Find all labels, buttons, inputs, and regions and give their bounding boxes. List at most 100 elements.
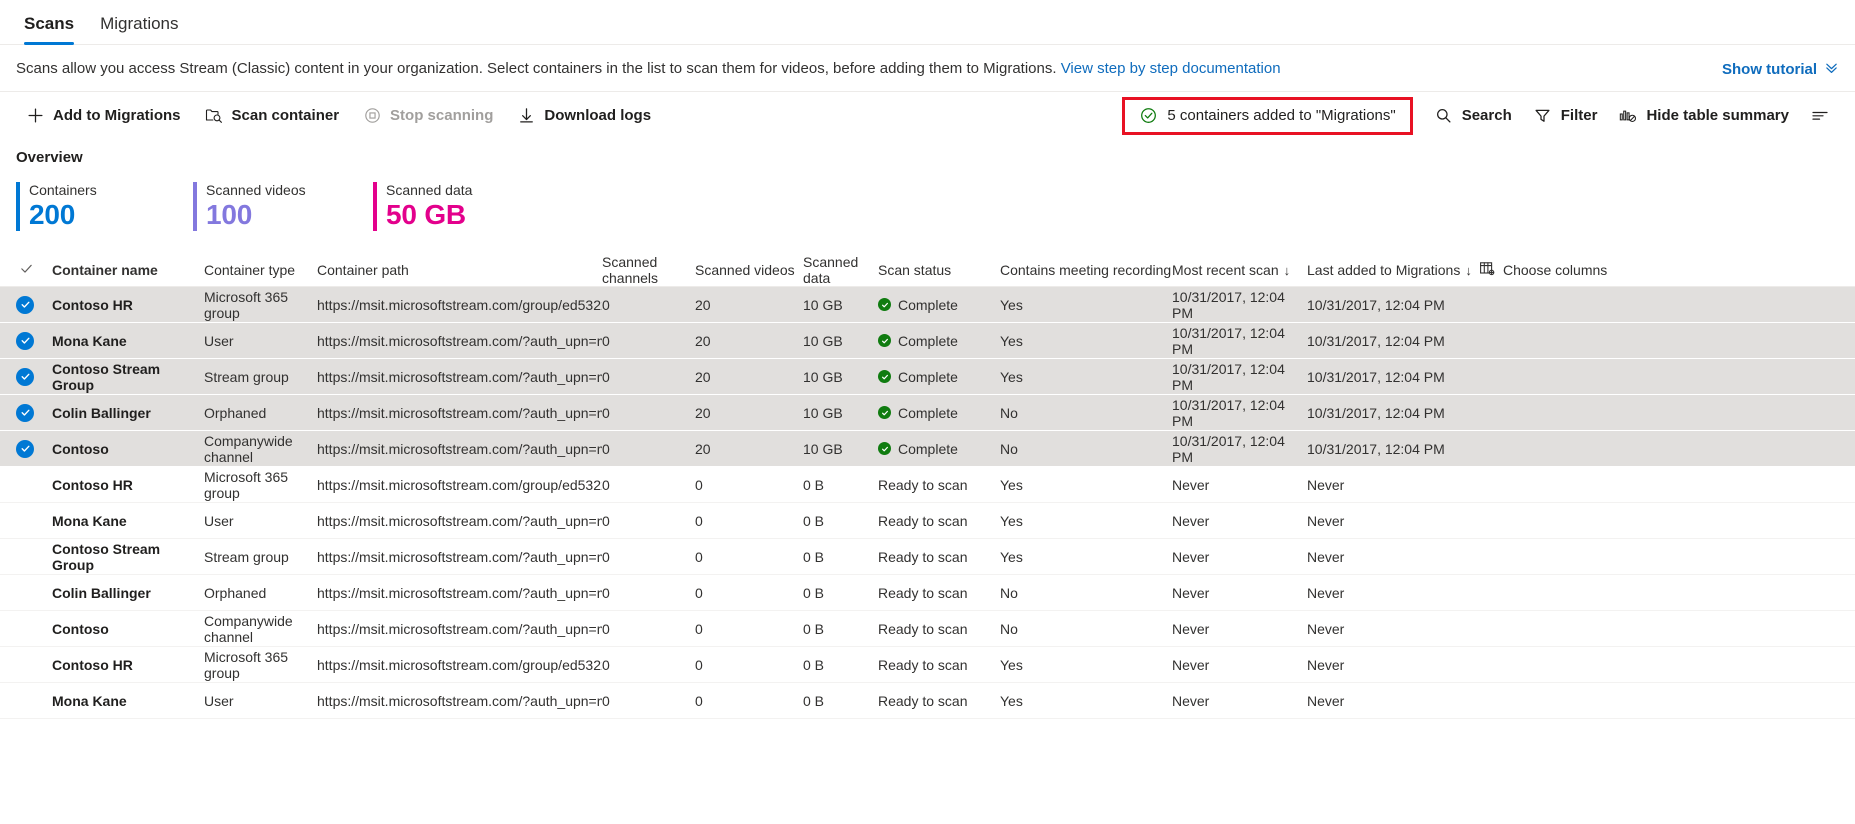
cell-scanned-data: 0 B — [803, 620, 825, 637]
cell-container-name: Contoso Stream Group — [52, 540, 161, 573]
table-row[interactable]: Contoso Companywide channel https://msit.m… — [0, 431, 1855, 467]
row-checkbox-checked[interactable] — [16, 331, 34, 350]
table-row[interactable]: Colin Ballinger Orphaned https://msit.micr… — [0, 575, 1855, 611]
column-header-scanned-channels[interactable]: Scanned channels — [602, 254, 695, 286]
row-select-cell[interactable] — [16, 367, 52, 386]
table-row[interactable]: Mona Kane User https://msit.microsoftstrea… — [0, 683, 1855, 719]
row-checkbox-checked[interactable] — [16, 439, 34, 458]
cell-scanned-videos: 0 — [695, 620, 703, 637]
hide-table-summary-button[interactable]: Hide table summary — [1609, 98, 1799, 134]
cell-contains-meeting-recording: Yes — [1000, 548, 1023, 565]
column-header-scanned-videos[interactable]: Scanned videos — [695, 262, 803, 278]
row-select-cell[interactable] — [16, 403, 52, 422]
row-select-cell[interactable] — [16, 331, 52, 350]
cell-contains-meeting-recording: Yes — [1000, 692, 1023, 709]
table-row[interactable]: Mona Kane User https://msit.microsoftstrea… — [0, 503, 1855, 539]
cell-last-added-to-migrations: 10/31/2017, 12:04 PM — [1307, 404, 1445, 421]
add-to-migrations-button[interactable]: Add to Migrations — [16, 98, 191, 134]
table-row[interactable]: Colin Ballinger Orphaned https://msit.micr… — [0, 395, 1855, 431]
cell-scanned-data: 0 B — [803, 692, 825, 709]
stat-scanned-data-value: 50 GB — [386, 199, 466, 230]
column-header-container-path[interactable]: Container path — [317, 262, 602, 278]
select-all-checkbox[interactable] — [16, 261, 52, 279]
cell-most-recent-scan: 10/31/2017, 12:04 PM — [1172, 288, 1285, 321]
cell-container-name: Contoso HR — [52, 656, 133, 673]
stat-accent-bar — [16, 182, 20, 231]
cell-container-path: https://msit.microsoftstream.com/group/e… — [317, 656, 602, 673]
scan-container-button[interactable]: Scan container — [195, 98, 350, 134]
overview-section: Overview Containers 200 Scanned videos 1… — [0, 139, 1855, 231]
cell-last-added-to-migrations: 10/31/2017, 12:04 PM — [1307, 368, 1445, 385]
tab-scans[interactable]: Scans — [16, 4, 82, 45]
filter-button[interactable]: Filter — [1524, 98, 1608, 134]
cell-container-name: Mona Kane — [52, 692, 127, 709]
cell-scan-status: Ready to scan — [878, 621, 1000, 637]
check-circle-filled-icon — [878, 370, 891, 383]
table-row[interactable]: Contoso HR Microsoft 365 group https://msi… — [0, 647, 1855, 683]
cell-scanned-channels: 0 — [602, 440, 610, 457]
cell-scan-status: Ready to scan — [878, 693, 1000, 709]
table-row[interactable]: Contoso Stream Group Stream group https://… — [0, 539, 1855, 575]
column-header-scanned-data[interactable]: Scanned data — [803, 254, 878, 286]
stat-accent-bar — [373, 182, 377, 231]
stop-scanning-button[interactable]: Stop scanning — [353, 98, 503, 134]
search-button[interactable]: Search — [1425, 98, 1522, 134]
table-row[interactable]: Mona Kane User https://msit.microsoftstrea… — [0, 323, 1855, 359]
cell-container-type: User — [204, 692, 234, 709]
cell-last-added-to-migrations: Never — [1307, 584, 1345, 601]
column-header-scan-status[interactable]: Scan status — [878, 262, 1000, 278]
cell-scan-status: Ready to scan — [878, 657, 1000, 673]
check-circle-icon — [1139, 107, 1157, 125]
cell-scanned-channels: 0 — [602, 404, 610, 421]
scan-container-label: Scan container — [231, 107, 340, 124]
choose-columns-button[interactable]: Choose columns — [1479, 261, 1839, 279]
list-options-icon-button[interactable] — [1801, 98, 1839, 134]
cell-scanned-data: 0 B — [803, 512, 825, 529]
column-header-container-name[interactable]: Container name — [52, 262, 204, 278]
cell-contains-meeting-recording: No — [1000, 584, 1018, 601]
column-header-container-type[interactable]: Container type — [204, 262, 317, 278]
cell-contains-meeting-recording: Yes — [1000, 512, 1023, 529]
cell-contains-meeting-recording: No — [1000, 404, 1018, 421]
table-row[interactable]: Contoso Companywide channel https://msit.m… — [0, 611, 1855, 647]
row-checkbox-checked[interactable] — [16, 403, 34, 422]
status-badge: 5 containers added to "Migrations" — [1122, 96, 1413, 135]
cell-container-type: Orphaned — [204, 404, 267, 421]
row-checkbox-checked[interactable] — [16, 295, 34, 314]
table-row[interactable]: Contoso HR Microsoft 365 group https://msi… — [0, 467, 1855, 503]
table-row[interactable]: Contoso HR Microsoft 365 group https://msi… — [0, 287, 1855, 323]
column-header-contains-meeting-recording[interactable]: Contains meeting recording — [1000, 262, 1172, 278]
row-select-cell[interactable] — [16, 295, 52, 314]
cell-scanned-channels: 0 — [602, 692, 610, 709]
scans-page: Scans Migrations Scans allow you access … — [0, 0, 1855, 719]
cell-container-name: Contoso HR — [52, 296, 133, 313]
chevron-double-down-icon — [1824, 60, 1839, 79]
tab-migrations[interactable]: Migrations — [92, 4, 186, 44]
row-select-cell[interactable] — [16, 439, 52, 458]
step-by-step-documentation-link[interactable]: View step by step documentation — [1061, 60, 1281, 77]
filter-label: Filter — [1560, 107, 1598, 124]
show-tutorial-button[interactable]: Show tutorial — [1722, 60, 1839, 79]
row-checkbox-checked[interactable] — [16, 367, 34, 386]
command-bar-primary-actions: Add to Migrations Scan container Stop sc… — [16, 98, 661, 134]
cell-scanned-data: 0 B — [803, 476, 825, 493]
cell-most-recent-scan: 10/31/2017, 12:04 PM — [1172, 432, 1285, 465]
cell-scan-status: Complete — [878, 369, 1000, 385]
table-row[interactable]: Contoso Stream Group Stream group https://… — [0, 359, 1855, 395]
cell-scan-status: Ready to scan — [878, 477, 1000, 493]
scan-status-label: Ready to scan — [878, 584, 968, 601]
cell-scanned-data: 0 B — [803, 548, 825, 565]
cell-scanned-channels: 0 — [602, 296, 610, 313]
status-badge-label: 5 containers added to "Migrations" — [1167, 107, 1396, 124]
download-logs-button[interactable]: Download logs — [507, 98, 661, 134]
cell-scanned-data: 10 GB — [803, 296, 843, 313]
cell-scanned-videos: 20 — [695, 332, 711, 349]
cell-contains-meeting-recording: Yes — [1000, 368, 1023, 385]
column-header-most-recent-scan[interactable]: Most recent scan ↓ — [1172, 262, 1307, 278]
search-icon — [1435, 107, 1453, 125]
stat-scanned-videos: Scanned videos 100 — [193, 182, 373, 231]
column-header-last-added-to-migrations[interactable]: Last added to Migrations ↓ — [1307, 262, 1479, 278]
cell-last-added-to-migrations: 10/31/2017, 12:04 PM — [1307, 440, 1445, 457]
sort-descending-icon: ↓ — [1465, 262, 1472, 278]
cell-scanned-channels: 0 — [602, 476, 610, 493]
